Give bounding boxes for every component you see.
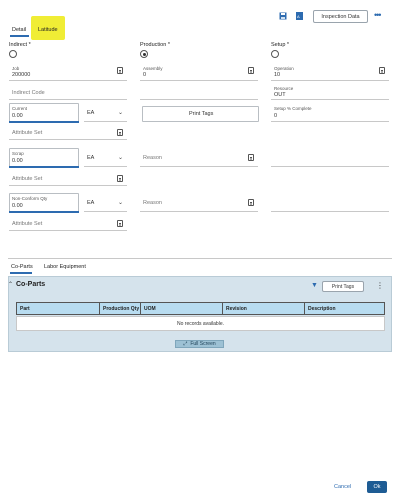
nonconform-reason-lookup-icon[interactable]: [248, 199, 254, 206]
indirect-label: Indirect *: [9, 42, 31, 48]
nonconform-uom-underline: [84, 211, 127, 212]
current-input[interactable]: 0.00: [12, 113, 23, 119]
job-label: Job: [12, 66, 20, 71]
attribute-set-underline: [9, 139, 127, 140]
scrap-uom-select[interactable]: EA: [87, 155, 94, 161]
assembly-lookup-icon[interactable]: [248, 67, 254, 74]
save-icon[interactable]: [278, 11, 288, 21]
scrap-reason-lookup-icon[interactable]: [248, 154, 254, 161]
scrap-label: Scrap: [12, 151, 24, 156]
more-options-icon[interactable]: •••: [374, 10, 382, 20]
inspection-data-button[interactable]: Inspection Data: [313, 10, 368, 23]
attribute-set-lookup-icon[interactable]: [117, 175, 123, 182]
tab-labor-equipment[interactable]: Labor Equipment: [44, 264, 86, 270]
production-label: Production *: [140, 42, 170, 48]
chevron-down-icon[interactable]: ⌄: [118, 109, 123, 116]
pdf-icon[interactable]: A: [294, 11, 304, 21]
indirect-code-field[interactable]: Indirect Code: [12, 90, 45, 96]
chevron-down-icon[interactable]: ⌄: [118, 199, 123, 206]
job-lookup-icon[interactable]: [117, 67, 123, 74]
attribute-set-lookup-icon[interactable]: [117, 129, 123, 136]
nonconform-col3-underline: [271, 211, 389, 212]
cancel-button[interactable]: Cancel: [334, 484, 351, 490]
current-label: Current: [12, 106, 28, 111]
column-header-revision[interactable]: Revision: [222, 302, 304, 315]
production-radio[interactable]: [140, 50, 148, 58]
column-header-production-qty[interactable]: Production Qty: [99, 302, 140, 315]
nonconform-reason-underline: [140, 211, 258, 212]
print-tags-label: Print Tags: [189, 111, 214, 117]
assembly-underline: [140, 80, 258, 81]
job-field[interactable]: 200000: [12, 72, 30, 78]
grid-title: Co-Parts: [16, 281, 46, 288]
grid-empty-message: No records available.: [16, 316, 385, 331]
setup-complete-underline: [271, 121, 389, 122]
tab-co-parts[interactable]: Co-Parts: [11, 264, 33, 270]
tab-co-parts-underline: [10, 272, 32, 274]
attribute-set-field[interactable]: Attribute Set: [12, 221, 42, 227]
assembly-label: Assembly: [143, 66, 163, 71]
operation-lookup-icon[interactable]: [379, 67, 385, 74]
attribute-set-field[interactable]: Attribute Set: [12, 176, 42, 182]
indirect-radio[interactable]: [9, 50, 17, 58]
setup-label: Setup *: [271, 42, 290, 48]
svg-text:A: A: [297, 14, 300, 19]
tab-detail-underline: [10, 35, 29, 37]
job-underline: [9, 80, 127, 81]
indirect-code-underline: [9, 99, 127, 100]
nonconform-input[interactable]: 0.00: [12, 203, 23, 209]
setup-complete-label: Setup % Complete: [274, 106, 312, 111]
tab-detail[interactable]: Detail: [12, 27, 26, 33]
nonconform-label: Non-Conform Qty: [12, 196, 48, 201]
full-screen-button[interactable]: ⤢ Full Screen: [175, 340, 224, 348]
column-header-part[interactable]: Part: [16, 302, 99, 315]
scrap-uom-underline: [84, 166, 127, 167]
assembly-field[interactable]: 0: [143, 72, 146, 78]
nonconform-underline: [9, 211, 79, 213]
section-divider: [8, 258, 392, 259]
resource-value: OUT: [274, 92, 286, 98]
resource-underline: [271, 99, 389, 100]
filter-icon[interactable]: ▼: [311, 282, 318, 289]
ok-button[interactable]: Ok: [367, 481, 387, 493]
chevron-down-icon[interactable]: ⌄: [118, 154, 123, 161]
scrap-input[interactable]: 0.00: [12, 158, 23, 164]
current-uom-select[interactable]: EA: [87, 110, 94, 116]
column-header-uom[interactable]: UOM: [140, 302, 222, 315]
attribute-set-lookup-icon[interactable]: [117, 220, 123, 227]
current-uom-underline: [84, 121, 127, 122]
scrap-reason-underline: [140, 166, 258, 167]
column-header-description[interactable]: Description: [304, 302, 385, 315]
grid-print-tags-button[interactable]: Print Tags: [322, 281, 364, 292]
setup-complete-value: 0: [274, 113, 278, 119]
nonconform-reason-field[interactable]: Reason: [143, 200, 162, 206]
current-underline: [9, 121, 79, 123]
operation-underline: [271, 80, 389, 81]
tab-latitude[interactable]: Latitude: [38, 27, 58, 33]
scrap-col3-underline: [271, 166, 389, 167]
grid-more-icon[interactable]: ⋮: [376, 281, 384, 290]
setup-radio[interactable]: [271, 50, 279, 58]
assembly-row2-underline: [140, 99, 258, 100]
grid-header: Part Production Qty UOM Revision Descrip…: [16, 302, 385, 315]
expand-icon: ⤢: [183, 341, 188, 347]
attribute-set-field[interactable]: Attribute Set: [12, 130, 42, 136]
scrap-underline: [9, 166, 79, 168]
attribute-set-underline: [9, 230, 127, 231]
collapse-caret-icon[interactable]: ⌃: [8, 281, 13, 288]
attribute-set-underline: [9, 185, 127, 186]
operation-label: Operation: [274, 66, 294, 71]
scrap-reason-field[interactable]: Reason: [143, 155, 162, 161]
resource-label: Resource: [274, 86, 294, 91]
full-screen-label: Full Screen: [190, 341, 216, 347]
operation-field[interactable]: 10: [274, 72, 280, 78]
nonconform-uom-select[interactable]: EA: [87, 200, 94, 206]
